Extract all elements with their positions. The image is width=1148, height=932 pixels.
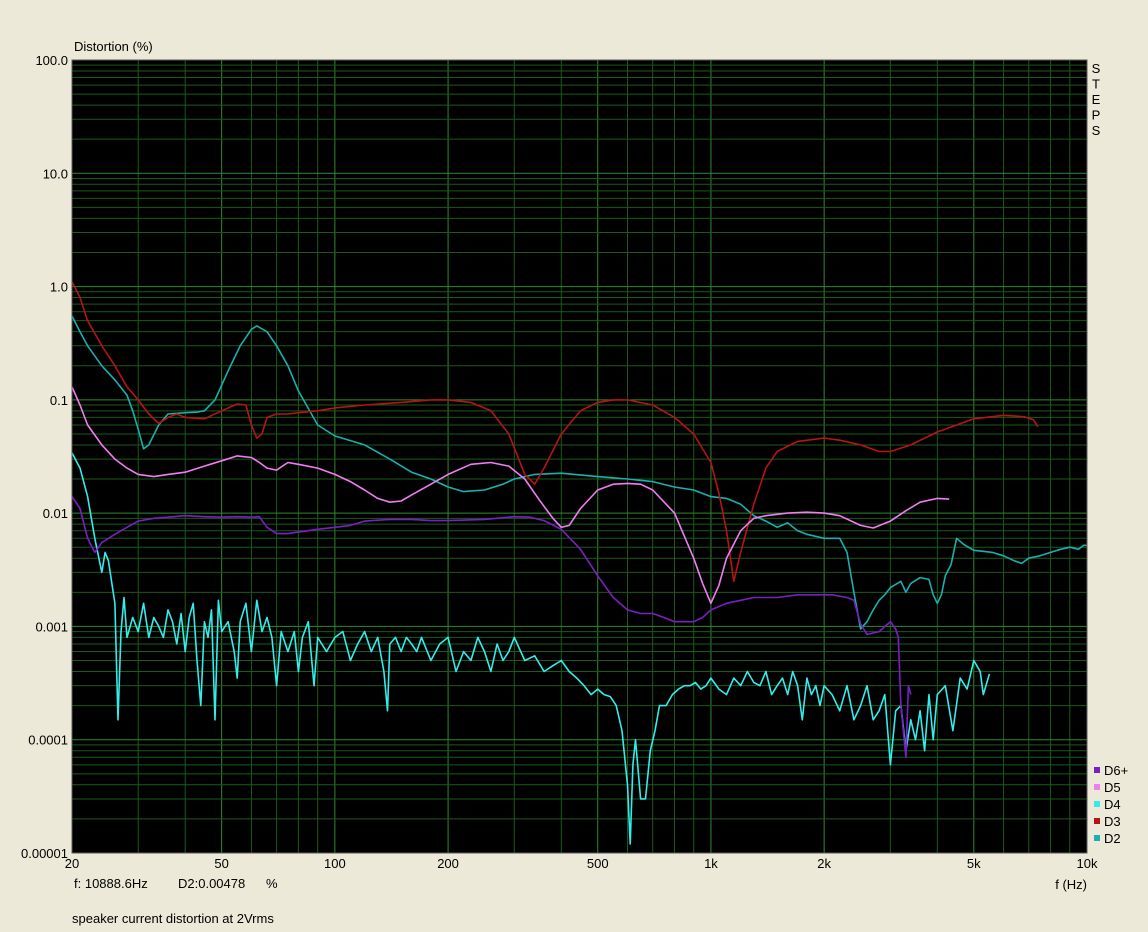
x-tick-label: 1k [704, 856, 718, 871]
legend-swatch [1094, 835, 1100, 841]
y-axis-label: Distortion (%) [74, 39, 153, 54]
x-tick-label: 50 [214, 856, 228, 871]
chart-caption: speaker current distortion at 2Vrms [72, 911, 274, 926]
legend-label: D4 [1104, 797, 1121, 812]
legend-label: D5 [1104, 780, 1121, 795]
side-label-letter: P [1092, 108, 1101, 123]
cursor-unit-readout: % [266, 876, 278, 891]
legend-swatch [1094, 784, 1100, 790]
legend-label: D3 [1104, 814, 1121, 829]
y-tick-label: 0.00001 [21, 846, 68, 861]
y-tick-label: 0.0001 [28, 733, 68, 748]
legend-label: D2 [1104, 831, 1121, 846]
y-tick-label: 0.001 [35, 619, 68, 634]
y-tick-label: 0.01 [43, 506, 68, 521]
y-tick-label: 100.0 [35, 53, 68, 68]
cursor-frequency-readout: f: 10888.6Hz [74, 876, 148, 891]
side-label-letter: T [1092, 77, 1100, 92]
side-label-letter: S [1092, 61, 1101, 76]
steps-side-label: STEPS [1092, 61, 1101, 138]
x-tick-label: 5k [967, 856, 981, 871]
legend-swatch [1094, 767, 1100, 773]
y-tick-label: 0.1 [50, 393, 68, 408]
legend: D6+ D5 D4 D3 D2 [1094, 763, 1128, 846]
y-tick-label: 1.0 [50, 280, 68, 295]
x-tick-label: 500 [587, 856, 609, 871]
legend-swatch [1094, 801, 1100, 807]
x-axis-label: f (Hz) [1055, 877, 1087, 892]
side-label-letter: S [1092, 123, 1101, 138]
x-tick-label: 100 [324, 856, 346, 871]
x-tick-label: 200 [437, 856, 459, 871]
legend-swatch [1094, 818, 1100, 824]
x-tick-label: 2k [817, 856, 831, 871]
legend-label: D6+ [1104, 763, 1128, 778]
x-tick-label: 10k [1077, 856, 1098, 871]
y-tick-label: 10.0 [43, 166, 68, 181]
distortion-chart: 100.0 10.0 1.0 0.1 0.01 0.001 0.0001 0.0000120 5… [21, 39, 1128, 892]
cursor-value-readout: D2:0.00478 [178, 876, 246, 891]
side-label-letter: E [1092, 92, 1101, 107]
x-tick-label: 20 [65, 856, 79, 871]
